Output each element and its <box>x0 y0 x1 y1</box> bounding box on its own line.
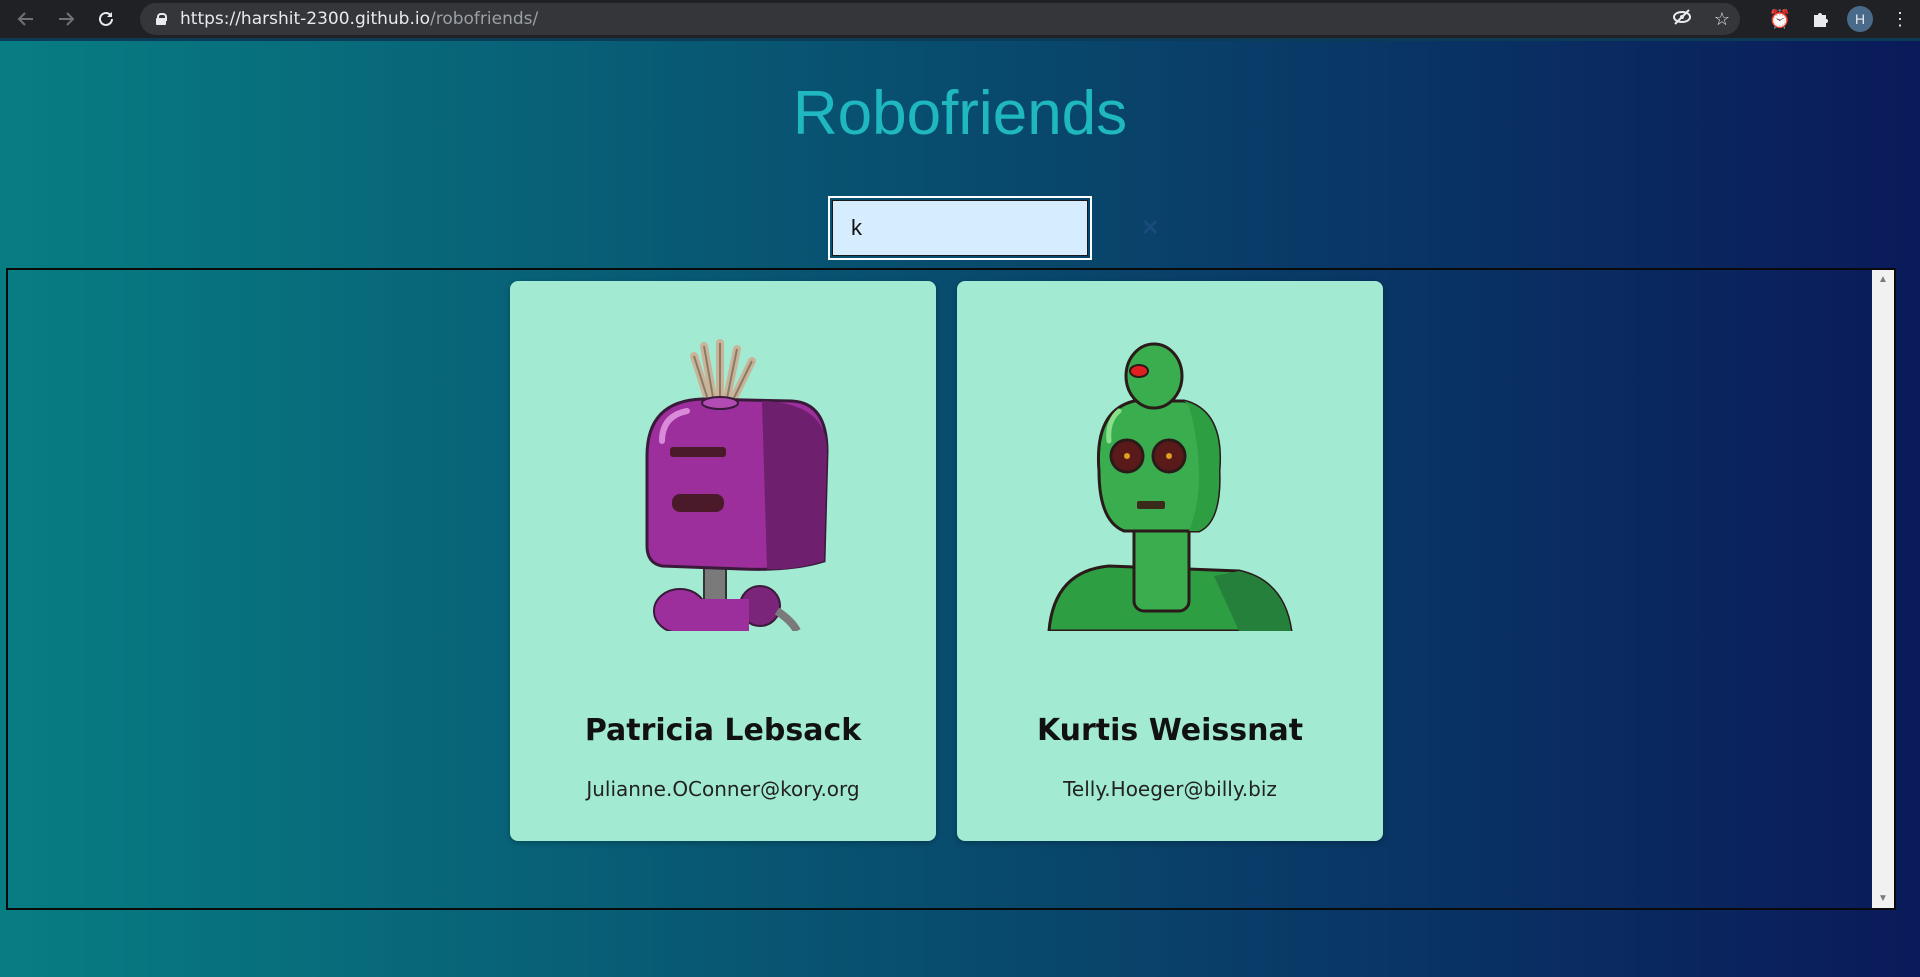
bookmark-star-icon[interactable]: ☆ <box>1714 9 1730 30</box>
clear-search-button[interactable]: ✕ <box>1141 215 1159 241</box>
url-text: https://harshit-2300.github.io/robofrien… <box>180 9 538 29</box>
robot-email: Julianne.OConner@kory.org <box>586 777 860 801</box>
toolbar-divider <box>0 38 1920 41</box>
vertical-scrollbar[interactable]: ▲ ▼ <box>1872 270 1894 908</box>
url-host: https://harshit-2300.github.io <box>180 9 430 29</box>
scroll-down-icon[interactable]: ▼ <box>1872 893 1894 904</box>
robot-card-list: Patricia Lebsack Julianne.OConner@kory.o… <box>510 281 1383 841</box>
green-robot-icon <box>1047 342 1293 631</box>
address-bar[interactable]: https://harshit-2300.github.io/robofrien… <box>140 3 1740 35</box>
lock-icon[interactable] <box>156 13 167 25</box>
avatar-letter: H <box>1847 6 1873 32</box>
search-input[interactable] <box>833 201 1141 255</box>
robot-name: Patricia Lebsack <box>584 713 862 748</box>
extensions-puzzle-icon[interactable] <box>1800 0 1840 38</box>
profile-avatar[interactable]: H <box>1840 0 1880 38</box>
eye-off-icon[interactable] <box>1672 8 1692 30</box>
purple-robot-icon <box>645 339 829 631</box>
robot-card[interactable]: Patricia Lebsack Julianne.OConner@kory.o… <box>510 281 936 841</box>
page-title: Robofriends <box>792 79 1128 148</box>
reload-icon[interactable] <box>90 3 122 35</box>
robot-card[interactable]: Kurtis Weissnat Telly.Hoeger@billy.biz <box>957 281 1383 841</box>
robot-email: Telly.Hoeger@billy.biz <box>1063 777 1277 801</box>
url-path: /robofriends/ <box>430 9 539 29</box>
alarm-extension-icon[interactable]: ⏰ <box>1760 0 1800 38</box>
robot-name: Kurtis Weissnat <box>1036 713 1304 748</box>
back-icon[interactable] <box>10 3 42 35</box>
browser-toolbar: https://harshit-2300.github.io/robofrien… <box>0 0 1920 38</box>
search-box: ✕ <box>828 196 1159 260</box>
menu-kebab-icon[interactable]: ⋮ <box>1880 0 1920 38</box>
forward-icon[interactable] <box>50 3 82 35</box>
scroll-up-icon[interactable]: ▲ <box>1872 274 1894 285</box>
